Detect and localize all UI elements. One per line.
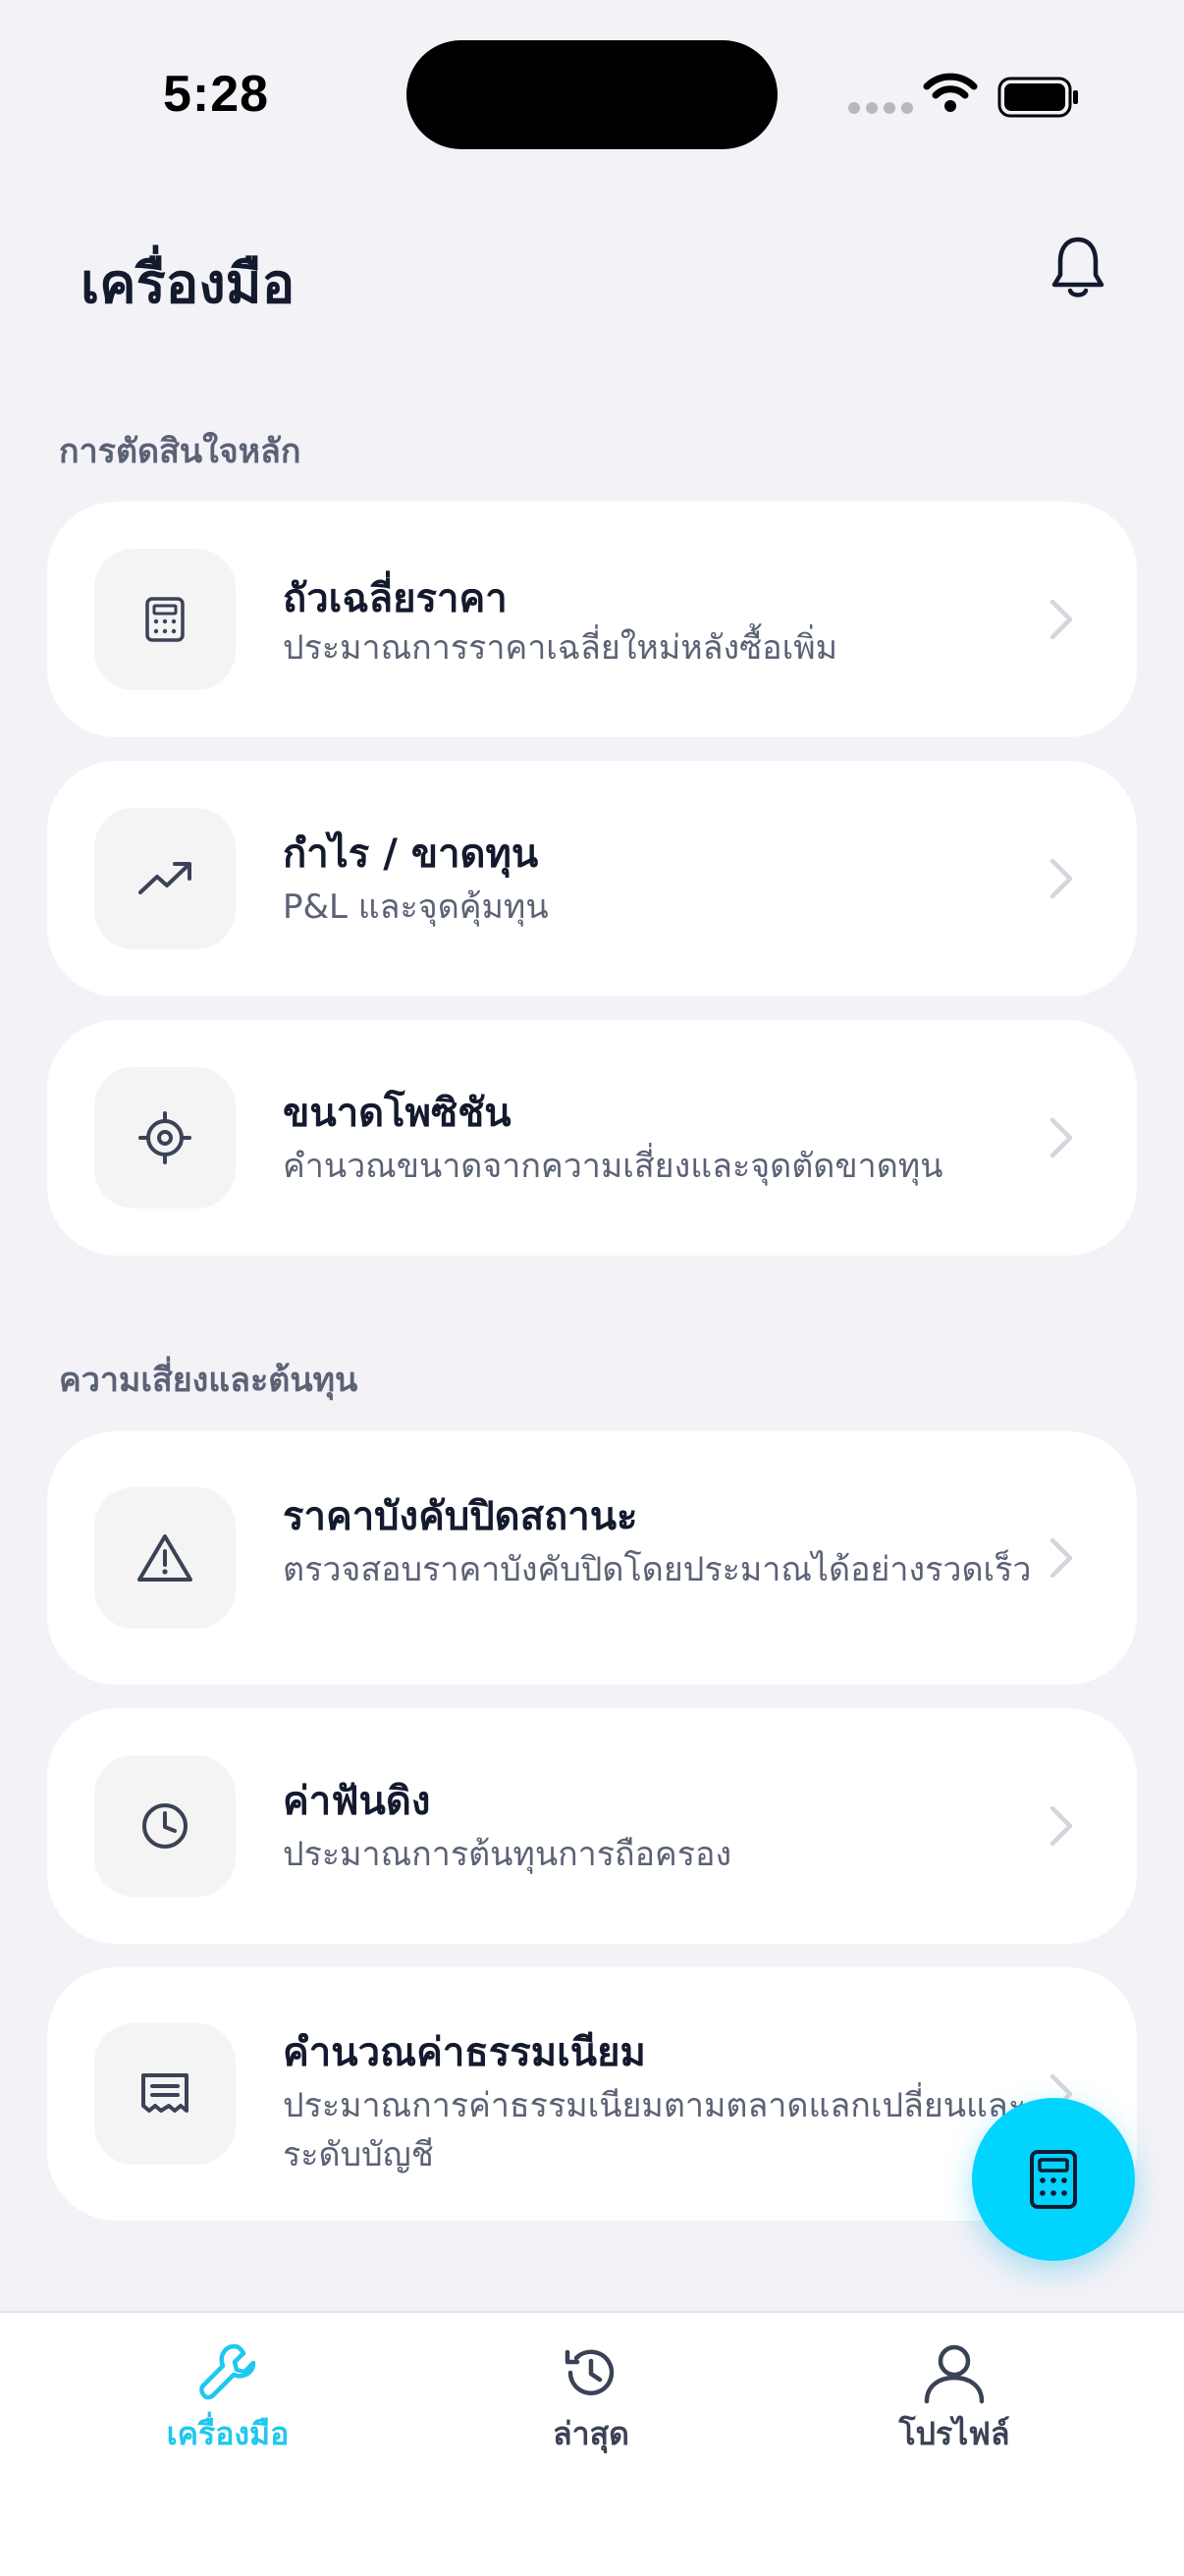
cellular-signal-icon — [848, 102, 913, 114]
status-time: 5:28 — [163, 66, 270, 123]
page-title: เครื่องมือ — [81, 252, 296, 316]
tool-subtitle: ประมาณการราคาเฉลี่ยใหม่หลังซื้อเพิ่ม — [283, 628, 838, 668]
trending-up-icon — [138, 862, 191, 894]
tool-title: กำไร / ขาดทุน — [283, 832, 539, 877]
clock-icon-box — [94, 1755, 236, 1897]
trending-up-icon-box — [94, 808, 236, 949]
tab-profile-label: โปรไฟล์ — [898, 2415, 1010, 2452]
tool-card-pnl[interactable]: กำไร / ขาดทุน P&L และจุดคุ้มทุน — [47, 761, 1137, 996]
calculator-icon-box — [94, 549, 236, 690]
clock-icon — [142, 1803, 188, 1849]
tool-card-position-size[interactable]: ขนาดโพซิชัน คำนวณขนาดจากความเสี่ยงและจุด… — [47, 1020, 1137, 1256]
calculator-icon — [145, 597, 185, 642]
tab-tools-label: เครื่องมือ — [166, 2415, 290, 2452]
tool-title: ขนาดโพซิชัน — [283, 1091, 511, 1136]
chevron-right-icon — [1049, 858, 1073, 899]
crosshair-icon — [138, 1111, 191, 1164]
battery-icon — [997, 77, 1078, 118]
tab-profile[interactable]: โปรไฟล์ — [846, 2340, 1062, 2459]
tool-subtitle: P&L และจุดคุ้มทุน — [283, 887, 549, 927]
tool-subtitle: ประมาณการต้นทุนการถือครอง — [283, 1835, 732, 1874]
tool-title: ราคาบังคับปิดสถานะ — [283, 1494, 638, 1539]
calculator-fab-button[interactable] — [972, 2098, 1135, 2261]
section-title-core-decisions: การตัดสินใจหลัก — [59, 432, 301, 471]
tool-title: ถัวเฉลี่ยราคา — [283, 576, 508, 621]
warning-icon — [137, 1534, 192, 1582]
history-icon — [565, 2349, 615, 2395]
tool-title: คำนวณค่าธรรมเนียม — [283, 2030, 646, 2075]
wrench-icon — [199, 2343, 256, 2400]
bottom-tab-bar: เครื่องมือ ล่าสุด โปรไฟล์ — [0, 2311, 1184, 2576]
tool-subtitle: ตรวจสอบราคาบังคับปิดโดยประมาณได้อย่างรวด… — [283, 1550, 1032, 1589]
receipt-icon-box — [94, 2023, 236, 2165]
chevron-right-icon — [1049, 599, 1073, 640]
receipt-icon — [141, 2073, 188, 2113]
crosshair-icon-box — [94, 1067, 236, 1208]
section-title-risk-cost: ความเสี่ยงและต้นทุน — [59, 1361, 358, 1400]
dynamic-island — [406, 40, 778, 149]
tab-tools[interactable]: เครื่องมือ — [120, 2340, 336, 2459]
tool-card-dca[interactable]: ถัวเฉลี่ยราคา ประมาณการราคาเฉลี่ยใหม่หลั… — [47, 502, 1137, 737]
tab-recent[interactable]: ล่าสุด — [483, 2340, 699, 2459]
chevron-right-icon — [1049, 1805, 1073, 1847]
tab-recent-label: ล่าสุด — [553, 2415, 629, 2452]
tool-subtitle: คำนวณขนาดจากความเสี่ยงและจุดตัดขาดทุน — [283, 1147, 943, 1186]
chevron-right-icon — [1049, 1117, 1073, 1158]
chevron-right-icon — [1049, 1537, 1073, 1579]
calculator-icon — [1030, 2150, 1077, 2209]
wifi-icon — [923, 73, 978, 112]
tool-card-liquidation[interactable]: ราคาบังคับปิดสถานะ ตรวจสอบราคาบังคับปิดโ… — [47, 1431, 1137, 1685]
warning-icon-box — [94, 1487, 236, 1629]
tool-subtitle: ประมาณการค่าธรรมเนียมตามตลาดแลกเปลี่ยนแล… — [283, 2086, 1027, 2174]
tool-card-funding[interactable]: ค่าฟันดิง ประมาณการต้นทุนการถือครอง — [47, 1708, 1137, 1944]
bell-icon[interactable] — [1047, 234, 1109, 302]
user-icon — [924, 2344, 985, 2404]
tool-title: ค่าฟันดิง — [283, 1779, 431, 1824]
